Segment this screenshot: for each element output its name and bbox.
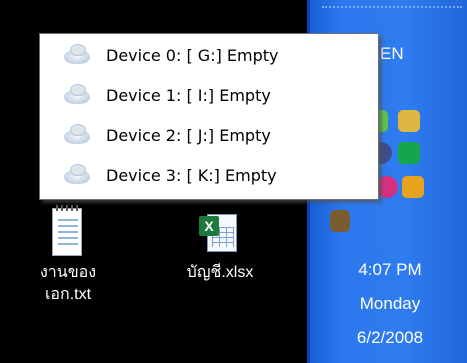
menu-item-device-3[interactable]: Device 3: [ K:] Empty (48, 158, 376, 192)
document-tray-icon[interactable] (398, 110, 420, 132)
drive-icon (62, 122, 96, 148)
text-file-label: งานของ เอก.txt (24, 262, 112, 306)
menu-item-label: Device 3: [ K:] Empty (106, 165, 277, 185)
drive-icon (62, 42, 96, 68)
pen-tray-icon[interactable] (402, 176, 424, 198)
clock-date[interactable]: 6/2/2008 (310, 328, 467, 348)
menu-item-device-0[interactable]: Device 0: [ G:] Empty (48, 38, 376, 72)
drive-icon (62, 162, 96, 188)
text-file-label-line2: เอก.txt (44, 286, 92, 303)
excel-file-label-line1: บัญชี.xlsx (186, 264, 254, 281)
taskbar-grip[interactable] (322, 6, 462, 22)
menu-item-label: Device 1: [ I:] Empty (106, 85, 271, 105)
heart-tray-icon[interactable] (376, 176, 398, 198)
clock-day[interactable]: Monday (310, 294, 467, 314)
clock-time[interactable]: 4:07 PM (310, 260, 467, 280)
menu-item-device-1[interactable]: Device 1: [ I:] Empty (48, 78, 376, 112)
excel-file-label: บัญชี.xlsx (160, 262, 280, 284)
sync-tray-icon[interactable] (398, 142, 420, 164)
spreadsheet-icon: X (197, 210, 241, 254)
menu-item-device-2[interactable]: Device 2: [ J:] Empty (48, 118, 376, 152)
language-indicator[interactable]: EN (380, 44, 404, 64)
books-tray-icon[interactable] (330, 210, 350, 232)
menu-item-label: Device 2: [ J:] Empty (106, 125, 271, 145)
notepad-icon (52, 205, 82, 256)
device-context-menu: Device 0: [ G:] Empty Device 1: [ I:] Em… (39, 33, 379, 200)
text-file-label-line1: งานของ (39, 264, 97, 281)
drive-icon (62, 82, 96, 108)
menu-item-label: Device 0: [ G:] Empty (106, 45, 279, 65)
